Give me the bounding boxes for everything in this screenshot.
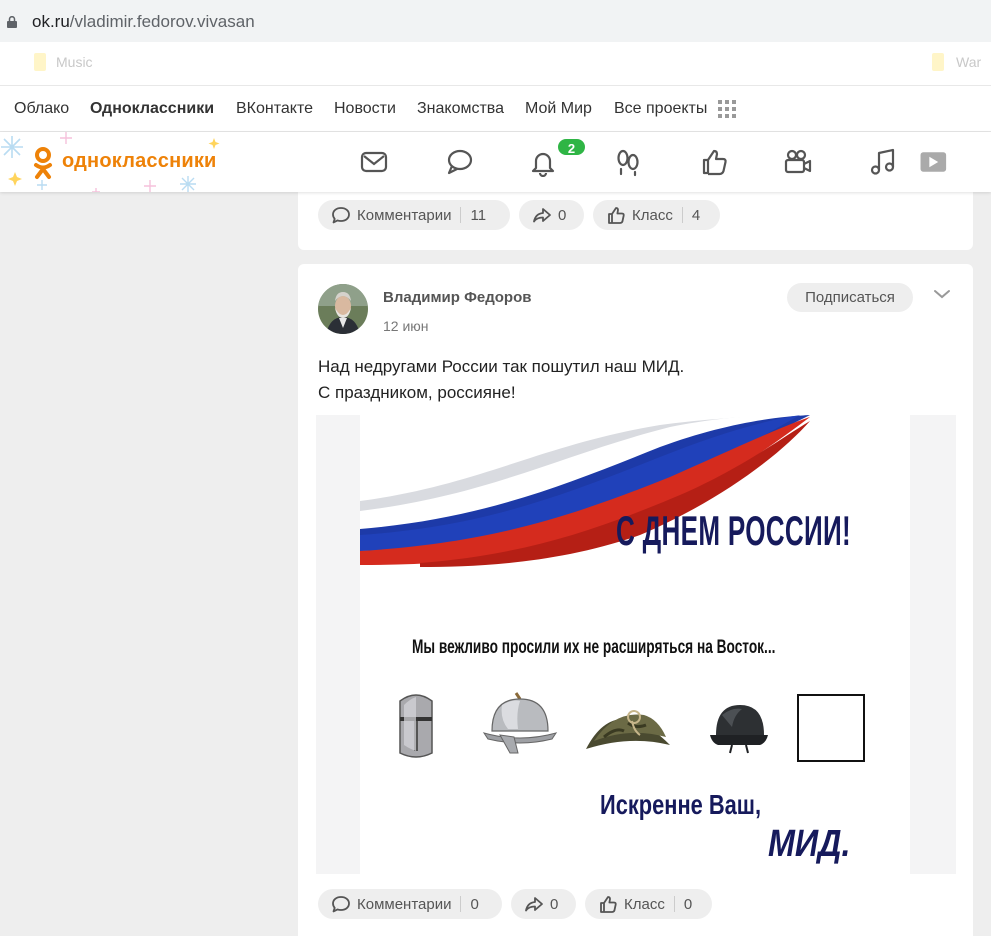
like-klass-button[interactable]: Класс 0 <box>585 889 712 919</box>
bookmark-war[interactable]: War <box>956 54 981 74</box>
bookmark-folder-icon <box>932 53 944 71</box>
chevron-down-icon[interactable] <box>932 287 952 301</box>
project-all[interactable]: Все проекты <box>614 100 707 118</box>
shares-count: 0 <box>558 206 567 224</box>
author-avatar[interactable] <box>318 284 368 334</box>
project-cloud[interactable]: Облако <box>14 100 69 118</box>
crusader-helmet-icon <box>399 694 433 758</box>
bookmark-music[interactable]: Music <box>56 54 93 74</box>
likes-count: 4 <box>691 206 701 224</box>
post-date[interactable]: 12 июн <box>383 318 429 334</box>
comment-icon <box>332 207 350 224</box>
discussions-icon[interactable] <box>444 147 474 177</box>
video-camera-icon[interactable] <box>783 147 813 177</box>
likes-count: 0 <box>683 895 693 913</box>
project-vk[interactable]: ВКонтакте <box>236 100 313 118</box>
share-arrow-icon <box>533 208 551 223</box>
comments-label: Комментарии <box>357 206 452 224</box>
ok-logo-icon[interactable] <box>33 146 53 180</box>
closing-text: Искренне Ваш, <box>600 789 762 820</box>
guests-footprints-icon[interactable] <box>613 147 643 177</box>
comments-button[interactable]: Комментарии 0 <box>318 889 502 919</box>
comments-button[interactable]: Комментарии 11 <box>318 200 510 230</box>
conquistador-helmet-icon <box>482 692 558 754</box>
project-my-world[interactable]: Мой Мир <box>525 100 592 118</box>
messages-icon[interactable] <box>359 147 389 177</box>
share-button[interactable]: 0 <box>519 200 584 230</box>
post-text-line: С праздником, россияне! <box>318 383 516 402</box>
shares-count: 0 <box>550 895 559 913</box>
bookmark-folder-icon <box>34 53 46 71</box>
subline-text: Мы вежливо просили их не расширяться на … <box>412 637 776 658</box>
post-image[interactable]: С ДНЕМ РОССИИ! Мы вежливо просили их не … <box>316 415 956 874</box>
like-klass-button[interactable]: Класс 4 <box>593 200 720 230</box>
comments-count: 11 <box>470 206 487 224</box>
url-path: /vladimir.fedorov.vivasan <box>69 12 255 31</box>
ok-logo-text[interactable]: одноклассники <box>62 150 217 173</box>
post-card: Владимир Федоров 12 июн Подписаться Над … <box>298 264 973 936</box>
project-dating[interactable]: Знакомства <box>417 100 504 118</box>
thumbs-up-icon <box>608 207 625 224</box>
divider <box>673 896 675 912</box>
events-like-icon[interactable] <box>699 147 729 177</box>
subscribe-button[interactable]: Подписаться <box>787 283 913 312</box>
bookmarks-bar: Music War <box>0 42 991 86</box>
post-text-line: Над недругами России так пошутил наш МИД… <box>318 357 685 376</box>
ok-toolbar: одноклассники 2 <box>0 132 991 192</box>
divider <box>681 207 683 223</box>
divider <box>460 207 462 223</box>
share-arrow-icon <box>525 897 543 912</box>
thumbs-up-icon <box>600 896 617 913</box>
lock-icon <box>7 16 17 28</box>
bicorne-hat-icon <box>586 710 670 749</box>
browser-address-bar[interactable]: ok.ru/vladimir.fedorov.vivasan <box>0 0 991 42</box>
divider <box>460 896 462 912</box>
empty-box <box>797 694 865 762</box>
project-news[interactable]: Новости <box>334 100 396 118</box>
stahlhelm-icon <box>710 705 768 754</box>
notifications-bell-icon[interactable] <box>528 147 558 177</box>
avatar-photo <box>318 284 368 334</box>
signature-text: МИД. <box>768 823 851 865</box>
author-name[interactable]: Владимир Федоров <box>383 289 531 306</box>
music-note-icon[interactable] <box>868 147 898 177</box>
klass-label: Класс <box>624 895 665 913</box>
grid-icon[interactable] <box>718 100 736 118</box>
post-text: Над недругами России так пошутил наш МИД… <box>318 354 684 406</box>
video-play-icon[interactable] <box>917 147 947 177</box>
headline-text: С ДНЕМ РОССИИ! <box>616 507 852 554</box>
klass-label: Класс <box>632 206 673 224</box>
url-host: ok.ru <box>32 12 70 31</box>
share-button[interactable]: 0 <box>511 889 576 919</box>
comments-label: Комментарии <box>357 895 452 913</box>
comments-count: 0 <box>470 895 479 913</box>
projects-bar: Облако Одноклассники ВКонтакте Новости З… <box>0 86 991 132</box>
comment-icon <box>332 896 350 913</box>
postcard: С ДНЕМ РОССИИ! Мы вежливо просили их не … <box>360 415 910 874</box>
notifications-badge: 2 <box>556 137 587 157</box>
project-ok[interactable]: Одноклассники <box>90 100 214 118</box>
url-text[interactable]: ok.ru/vladimir.fedorov.vivasan <box>32 12 255 32</box>
